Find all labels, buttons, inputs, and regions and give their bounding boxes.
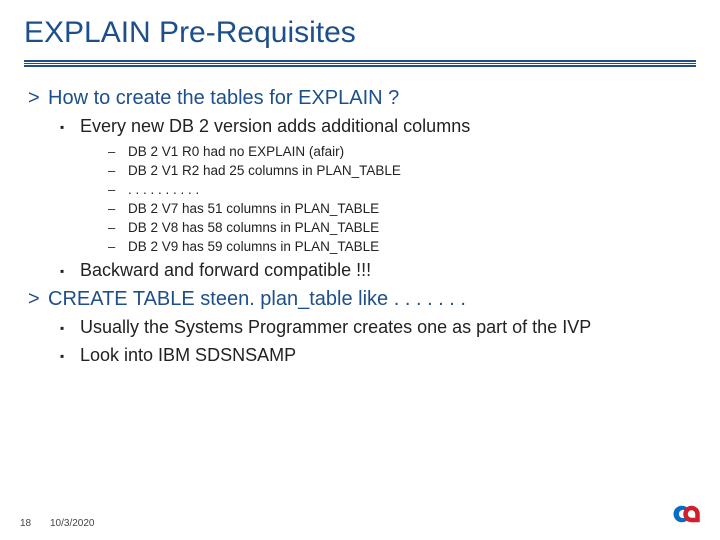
bullet-marker: – (108, 182, 128, 197)
bullet-marker: – (108, 144, 128, 159)
bullet-lvl2: ▪Backward and forward compatible !!! (60, 260, 692, 282)
bullet-text: How to create the tables for EXPLAIN ? (48, 87, 692, 110)
bullet-marker: > (28, 288, 48, 311)
bullet-marker: ▪ (60, 116, 80, 138)
bullet-text: DB 2 V1 R0 had no EXPLAIN (afair) (128, 144, 692, 159)
bullet-text: DB 2 V8 has 58 columns in PLAN_TABLE (128, 220, 692, 235)
bullet-lvl1: >CREATE TABLE steen. plan_table like . .… (28, 288, 692, 311)
bullet-lvl3: –DB 2 V9 has 59 columns in PLAN_TABLE (108, 239, 692, 254)
bullet-marker: ▪ (60, 317, 80, 339)
bullet-marker: – (108, 239, 128, 254)
bullet-text: . . . . . . . . . . (128, 182, 692, 197)
bullet-text: Usually the Systems Programmer creates o… (80, 317, 692, 338)
bullet-marker: – (108, 201, 128, 216)
ca-logo-icon (672, 502, 702, 526)
bullet-lvl2: ▪Usually the Systems Programmer creates … (60, 317, 692, 339)
bullet-lvl2: ▪Look into IBM SDSNSAMP (60, 345, 692, 367)
footer-date: 10/3/2020 (50, 518, 95, 529)
bullet-lvl3: –DB 2 V7 has 51 columns in PLAN_TABLE (108, 201, 692, 216)
bullet-text: DB 2 V7 has 51 columns in PLAN_TABLE (128, 201, 692, 216)
bullet-lvl3: –DB 2 V1 R2 had 25 columns in PLAN_TABLE (108, 163, 692, 178)
bullet-lvl3: –DB 2 V1 R0 had no EXPLAIN (afair) (108, 144, 692, 159)
bullet-text: CREATE TABLE steen. plan_table like . . … (48, 288, 692, 311)
bullet-marker: – (108, 220, 128, 235)
bullet-lvl3: –. . . . . . . . . . (108, 182, 692, 197)
title-divider (0, 60, 720, 67)
bullet-text: DB 2 V9 has 59 columns in PLAN_TABLE (128, 239, 692, 254)
slide-footer: 18 10/3/2020 (0, 512, 720, 534)
bullet-marker: – (108, 163, 128, 178)
bullet-marker: > (28, 87, 48, 110)
bullet-lvl1: >How to create the tables for EXPLAIN ? (28, 87, 692, 110)
bullet-text: Backward and forward compatible !!! (80, 260, 692, 281)
bullet-text: DB 2 V1 R2 had 25 columns in PLAN_TABLE (128, 163, 692, 178)
bullet-text: Look into IBM SDSNSAMP (80, 345, 692, 366)
slide: EXPLAIN Pre-Requisites >How to create th… (0, 0, 720, 540)
bullet-lvl2: ▪Every new DB 2 version adds additional … (60, 116, 692, 138)
bullet-lvl3: –DB 2 V8 has 58 columns in PLAN_TABLE (108, 220, 692, 235)
bullet-text: Every new DB 2 version adds additional c… (80, 116, 692, 137)
slide-body: >How to create the tables for EXPLAIN ?▪… (0, 67, 720, 367)
bullet-marker: ▪ (60, 260, 80, 282)
bullet-marker: ▪ (60, 345, 80, 367)
page-number: 18 (20, 518, 40, 529)
slide-title: EXPLAIN Pre-Requisites (0, 0, 720, 60)
